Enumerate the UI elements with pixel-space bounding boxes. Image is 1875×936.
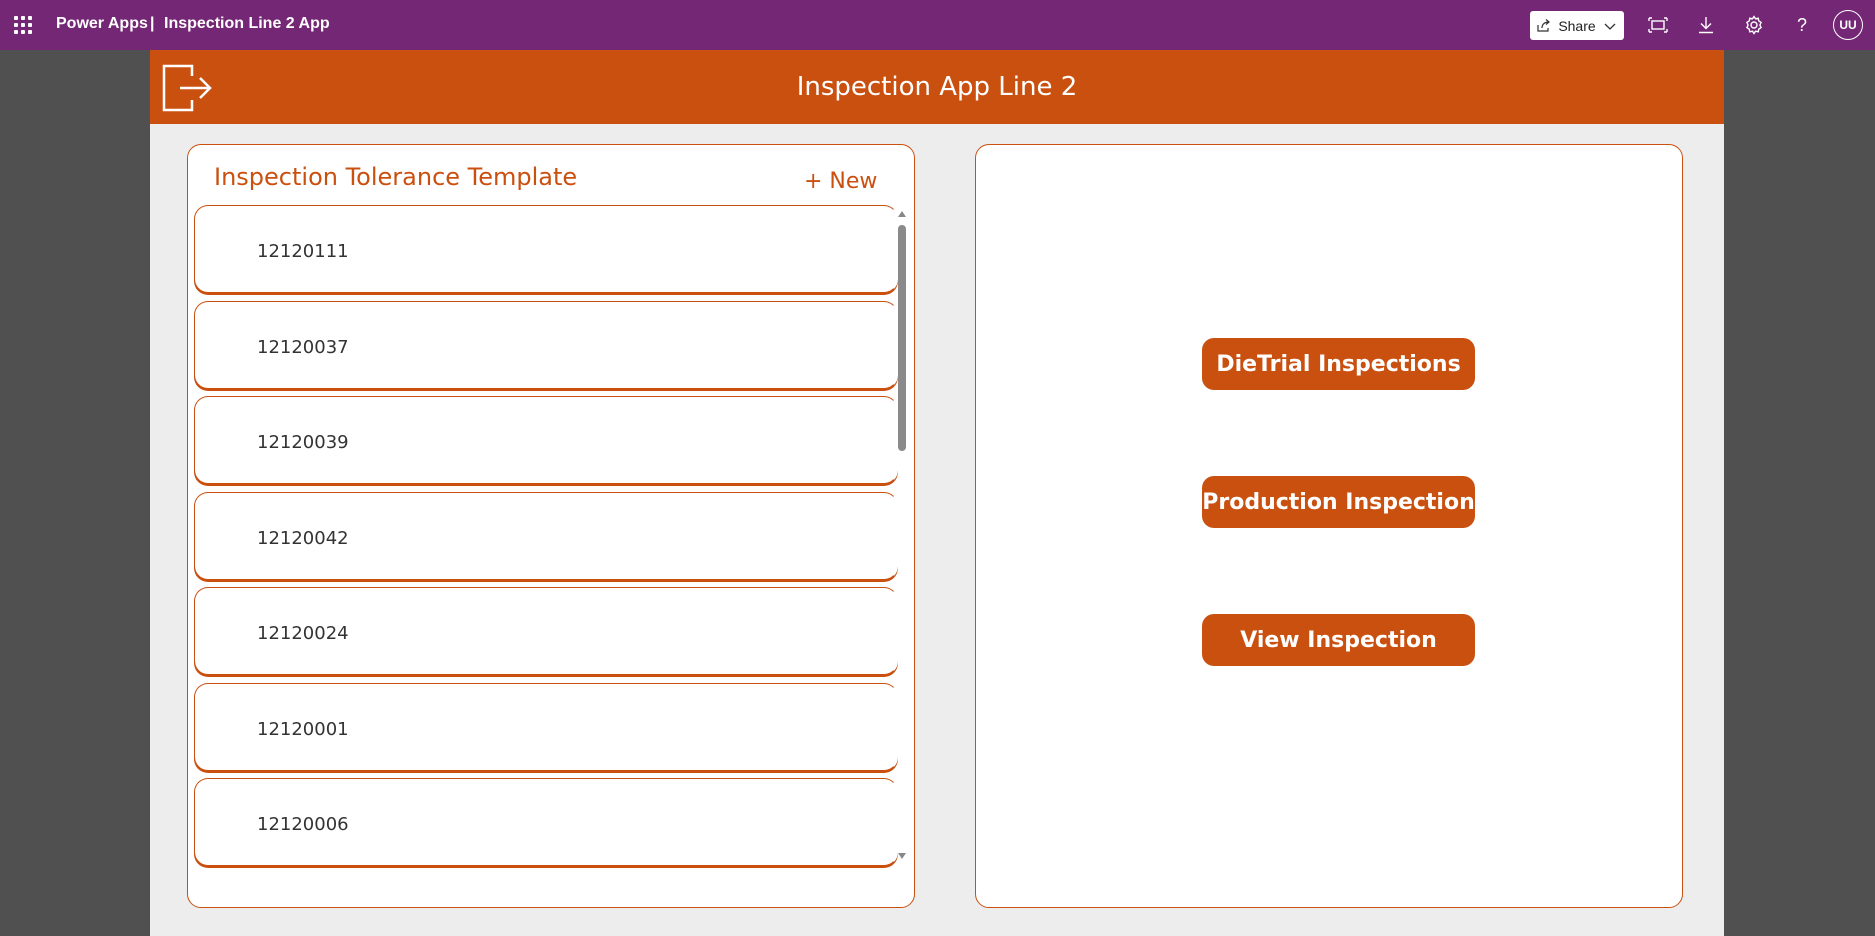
power-apps-topbar: Power Apps | Inspection Line 2 App Share… xyxy=(0,0,1875,50)
scroll-down-arrow-icon[interactable] xyxy=(898,853,906,859)
page-title: Inspection App Line 2 xyxy=(796,72,1078,102)
gallery-scrollbar[interactable] xyxy=(896,211,908,859)
chevron-down-icon xyxy=(1604,23,1616,30)
fit-screen-icon[interactable] xyxy=(1646,13,1670,37)
production-inspection-button[interactable]: Production Inspection xyxy=(1202,476,1475,528)
avatar[interactable]: UU xyxy=(1833,10,1863,40)
app-canvas: Inspection App Line 2 Inspection Toleran… xyxy=(150,50,1724,936)
list-item-label: 12120037 xyxy=(257,337,349,358)
panel-title: Inspection Tolerance Template xyxy=(214,163,578,191)
gear-icon[interactable] xyxy=(1742,13,1766,37)
new-button[interactable]: + New xyxy=(804,169,877,194)
list-item[interactable]: 12120042 xyxy=(194,492,898,580)
scroll-up-arrow-icon[interactable] xyxy=(898,211,906,217)
list-item-label: 12120042 xyxy=(257,528,349,549)
list-item[interactable]: 12120039 xyxy=(194,396,898,484)
list-item[interactable]: 12120111 xyxy=(194,205,898,293)
list-item[interactable]: 12120037 xyxy=(194,301,898,389)
list-item[interactable]: 12120024 xyxy=(194,587,898,675)
list-item[interactable]: 12120001 xyxy=(194,683,898,771)
dietrial-inspections-button[interactable]: DieTrial Inspections xyxy=(1202,338,1475,390)
app-title: Inspection Line 2 App xyxy=(164,15,330,32)
waffle-icon[interactable] xyxy=(14,16,32,34)
list-item-label: 12120024 xyxy=(257,623,349,644)
app-name: Power Apps xyxy=(56,15,148,32)
share-button[interactable]: Share xyxy=(1530,11,1624,40)
list-item[interactable]: 12120006 xyxy=(194,778,898,866)
tolerance-template-panel: Inspection Tolerance Template + New 1212… xyxy=(187,144,915,908)
list-item-label: 12120039 xyxy=(257,432,349,453)
list-item-label: 12120111 xyxy=(257,241,349,262)
download-icon[interactable] xyxy=(1694,13,1718,37)
share-label: Share xyxy=(1558,17,1596,34)
app-header: Inspection App Line 2 xyxy=(150,50,1724,124)
inspection-actions-panel: DieTrial Inspections Production Inspecti… xyxy=(975,144,1683,908)
help-icon[interactable]: ? xyxy=(1790,13,1814,37)
share-icon xyxy=(1537,18,1551,32)
list-item-label: 12120006 xyxy=(257,814,349,835)
title-separator: | xyxy=(150,15,155,32)
exit-icon[interactable] xyxy=(160,62,214,114)
scroll-thumb[interactable] xyxy=(898,225,906,451)
template-gallery[interactable]: 12120111 12120037 12120039 12120042 1212… xyxy=(194,203,910,871)
view-inspection-button[interactable]: View Inspection xyxy=(1202,614,1475,666)
list-item-label: 12120001 xyxy=(257,719,349,740)
